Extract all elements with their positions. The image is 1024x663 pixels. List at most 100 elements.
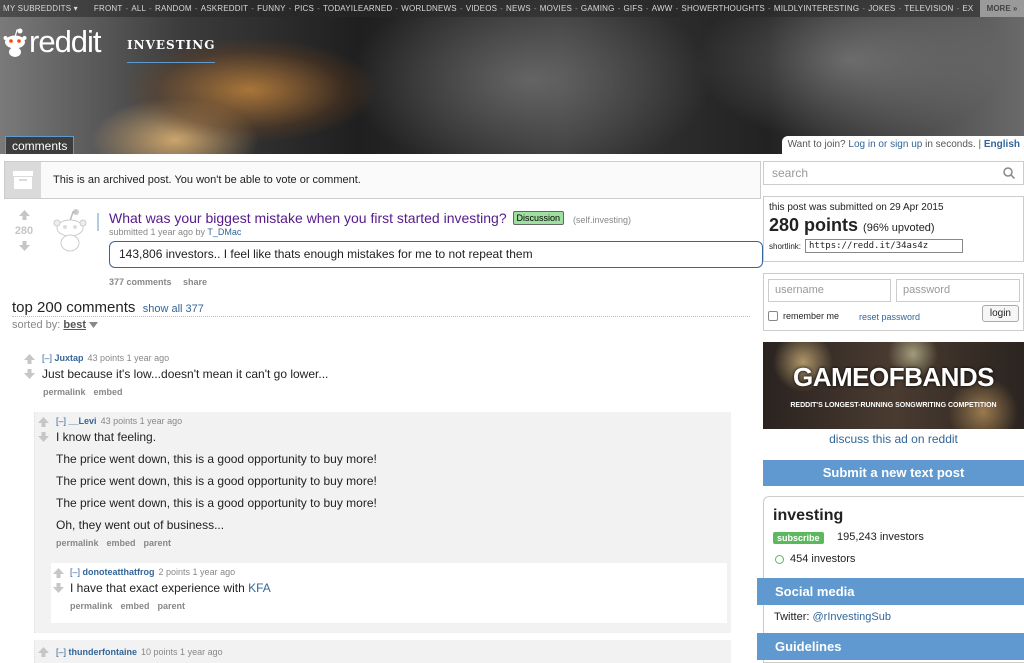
comment-author[interactable]: __Levi (69, 416, 97, 426)
sort-dropdown[interactable]: best (63, 319, 86, 331)
srbar-link[interactable]: FUNNY (254, 0, 289, 17)
comment-author[interactable]: Juxtap (55, 353, 84, 363)
srbar-link[interactable]: TELEVISION (901, 0, 956, 17)
reddit-logo[interactable]: reddit (2, 24, 102, 60)
header-banner: MY SUBREDDITS ▾ FRONT - ALL - RANDOM - ASKREDDI… (0, 0, 1024, 154)
my-subreddits-dropdown[interactable]: MY SUBREDDITS ▾ (0, 0, 81, 17)
srbar-link[interactable]: NEWS (503, 0, 534, 17)
comment-body: I have that exact experience with KFA (70, 577, 271, 599)
search-icon[interactable] (1003, 167, 1015, 179)
self-post-thumbnail-icon[interactable] (46, 207, 94, 253)
srbar-link[interactable]: AWW (649, 0, 676, 17)
srbar-link[interactable]: GIFS (620, 0, 645, 17)
comment-author[interactable]: donoteatthatfrog (83, 567, 155, 577)
login-prefix: Want to join? (787, 139, 846, 150)
guidelines-heading: Guidelines (757, 633, 1024, 660)
collapse-toggle[interactable]: [–] (70, 567, 80, 577)
username-field[interactable]: username (768, 279, 891, 302)
kfa-link[interactable]: KFA (248, 581, 271, 595)
comments-link[interactable]: 377 comments (109, 277, 172, 287)
srbar-link[interactable]: WORLDNEWS (398, 0, 460, 17)
post-domain[interactable]: (self.investing) (573, 215, 631, 225)
srbar-link[interactable]: FRONT (91, 0, 126, 17)
twitter-link[interactable]: @rInvestingSub (813, 611, 891, 623)
comment-score-age: 43 points 1 year ago (100, 416, 183, 426)
srbar-link[interactable]: PICS (292, 0, 317, 17)
embed-link[interactable]: embed (121, 601, 150, 611)
language-link[interactable]: English (984, 139, 1020, 150)
permalink-link[interactable]: permalink (70, 601, 113, 611)
upvote-arrow-icon[interactable] (53, 568, 64, 578)
srbar-link[interactable]: RANDOM (152, 0, 195, 17)
submit-text-post-button[interactable]: Submit a new text post (763, 460, 1024, 486)
permalink-link[interactable]: permalink (56, 538, 99, 548)
collapse-toggle[interactable]: [–] (56, 647, 66, 657)
login-suffix: in seconds. (925, 139, 976, 150)
srbar-link[interactable]: GAMING (578, 0, 618, 17)
srbar-link[interactable]: TODAYILEARNED (320, 0, 395, 17)
comment-body: Just because it's low...doesn't mean it … (42, 367, 329, 381)
login-form: username password remember me reset pass… (763, 273, 1024, 331)
collapse-toggle[interactable]: [–] (42, 353, 52, 363)
downvote-arrow-icon[interactable] (38, 432, 49, 442)
srbar-link[interactable]: ASKREDDIT (198, 0, 252, 17)
srbar-link[interactable]: MOVIES (537, 0, 575, 17)
login-prompt: Want to join? Log in or sign up in secon… (781, 136, 1024, 154)
ad-title: GAMEOFBANDS (792, 362, 995, 392)
post-buttons: 377 comments share (109, 277, 216, 287)
post-title[interactable]: What was your biggest mistake when you f… (109, 210, 507, 226)
parent-link[interactable]: parent (144, 538, 172, 548)
upvote-arrow-icon[interactable] (38, 417, 49, 427)
post-flair: Discussion (512, 211, 565, 225)
comments-title: top 200 comments (12, 299, 136, 316)
password-field[interactable]: password (896, 279, 1020, 302)
submitted-date: this post was submitted on 29 Apr 2015 (769, 202, 944, 213)
srbar-link[interactable]: ALL (128, 0, 149, 17)
subreddit-title[interactable]: INVESTING (127, 38, 215, 52)
post-tagline: submitted 1 year ago by T_DMac (109, 227, 241, 237)
search-input[interactable]: search (763, 161, 1024, 185)
reset-password-link[interactable]: reset password (859, 312, 920, 322)
upvote-arrow-icon[interactable] (19, 210, 30, 220)
comment-score-age: 43 points 1 year ago (87, 353, 170, 363)
subreddit-title-underline (127, 62, 215, 63)
show-all-link[interactable]: show all 377 (143, 303, 204, 315)
upvote-arrow-icon[interactable] (38, 647, 49, 657)
downvote-arrow-icon[interactable] (19, 241, 30, 251)
discuss-ad-link[interactable]: discuss this ad on reddit (763, 432, 1024, 446)
srbar-link[interactable]: VIDEOS (463, 0, 500, 17)
login-link[interactable]: Log in or sign up (848, 139, 922, 150)
remember-checkbox[interactable] (768, 311, 778, 321)
remember-me[interactable]: remember me (768, 311, 839, 321)
reddit-wordmark: reddit (29, 24, 102, 59)
embed-link[interactable]: embed (107, 538, 136, 548)
comment-author[interactable]: thunderfontaine (69, 647, 138, 657)
share-link[interactable]: share (183, 277, 207, 287)
sponsored-ad[interactable]: GAMEOFBANDS REDDIT'S LONGEST-RUNNING SON… (763, 342, 1024, 429)
post-tagline-text: submitted 1 year ago by (109, 227, 206, 237)
post-author[interactable]: T_DMac (207, 227, 241, 237)
srbar-link[interactable]: JOKES (865, 0, 898, 17)
chevron-down-icon[interactable] (89, 322, 99, 328)
sorted-by-label: sorted by: (12, 319, 61, 331)
login-button[interactable]: login (981, 305, 1019, 322)
embed-link[interactable]: embed (94, 387, 123, 397)
parent-link[interactable]: parent (158, 601, 186, 611)
upvote-arrow-icon[interactable] (24, 354, 35, 364)
archive-icon (5, 162, 41, 198)
subreddit-name[interactable]: investing (773, 507, 843, 525)
shortlink-field[interactable]: https://redd.it/34as4z (805, 239, 964, 253)
post-info-box: this post was submitted on 29 Apr 2015 2… (763, 196, 1024, 262)
tab-comments[interactable]: comments (5, 136, 75, 154)
srbar-link[interactable]: EX (959, 0, 976, 17)
social-media-heading: Social media (757, 578, 1024, 605)
srbar-link[interactable]: MILDLYINTERESTING (771, 0, 863, 17)
subscribe-button[interactable]: subscribe (773, 532, 824, 544)
comment-links: permalink embed parent (56, 538, 377, 548)
srbar-link[interactable]: SHOWERTHOUGHTS (678, 0, 768, 17)
downvote-arrow-icon[interactable] (53, 583, 64, 593)
more-subreddits-button[interactable]: MORE » (980, 0, 1024, 17)
downvote-arrow-icon[interactable] (24, 369, 35, 379)
collapse-toggle[interactable]: [–] (56, 416, 66, 426)
permalink-link[interactable]: permalink (43, 387, 86, 397)
